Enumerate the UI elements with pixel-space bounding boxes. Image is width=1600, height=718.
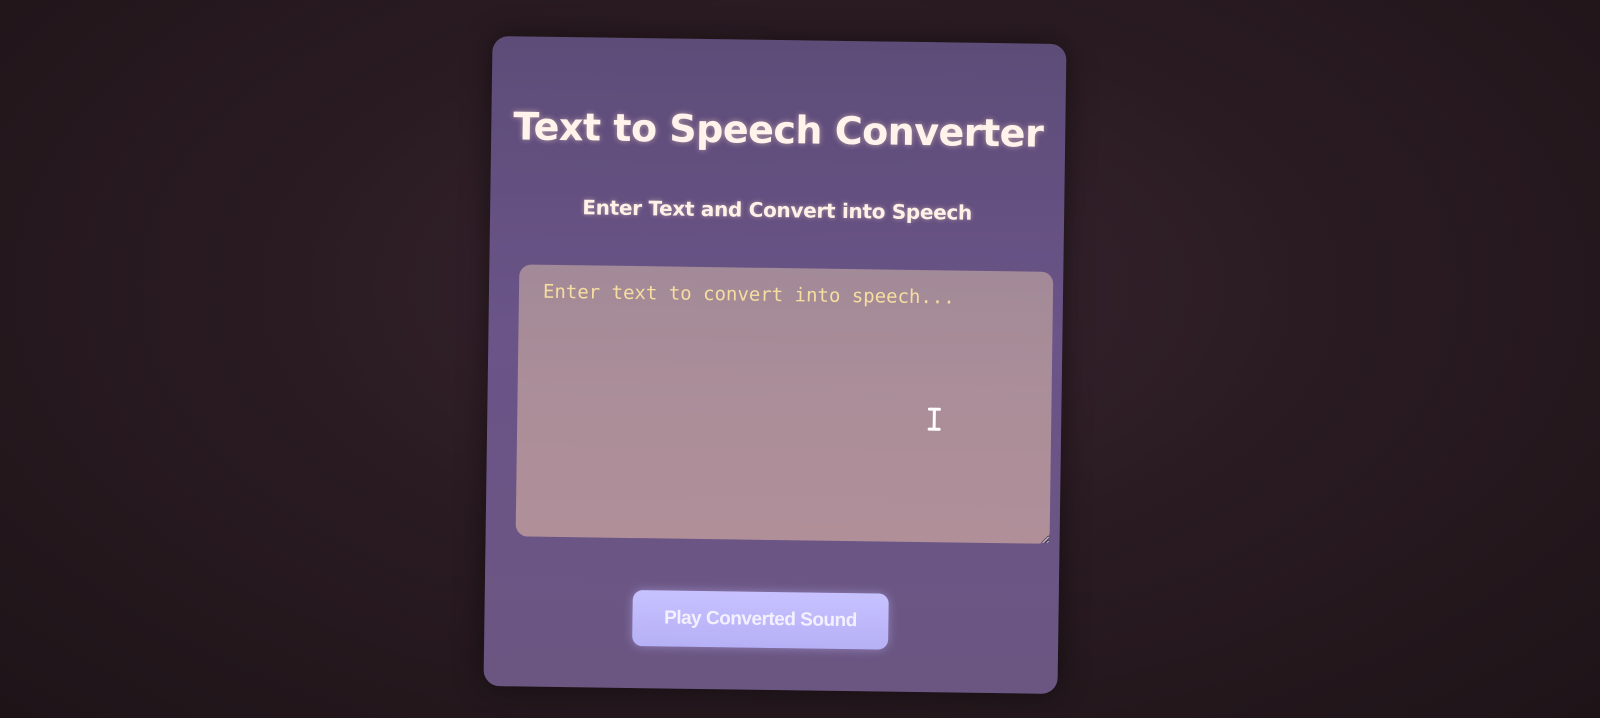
converter-card: Text to Speech Converter Enter Text and …	[483, 36, 1067, 694]
speech-text-input[interactable]	[515, 264, 1054, 544]
text-cursor-icon	[927, 407, 941, 431]
play-converted-sound-button[interactable]: Play Converted Sound	[632, 590, 889, 650]
page-subtitle: Enter Text and Convert into Speech	[582, 195, 973, 225]
page-title: Text to Speech Converter	[512, 104, 1044, 156]
